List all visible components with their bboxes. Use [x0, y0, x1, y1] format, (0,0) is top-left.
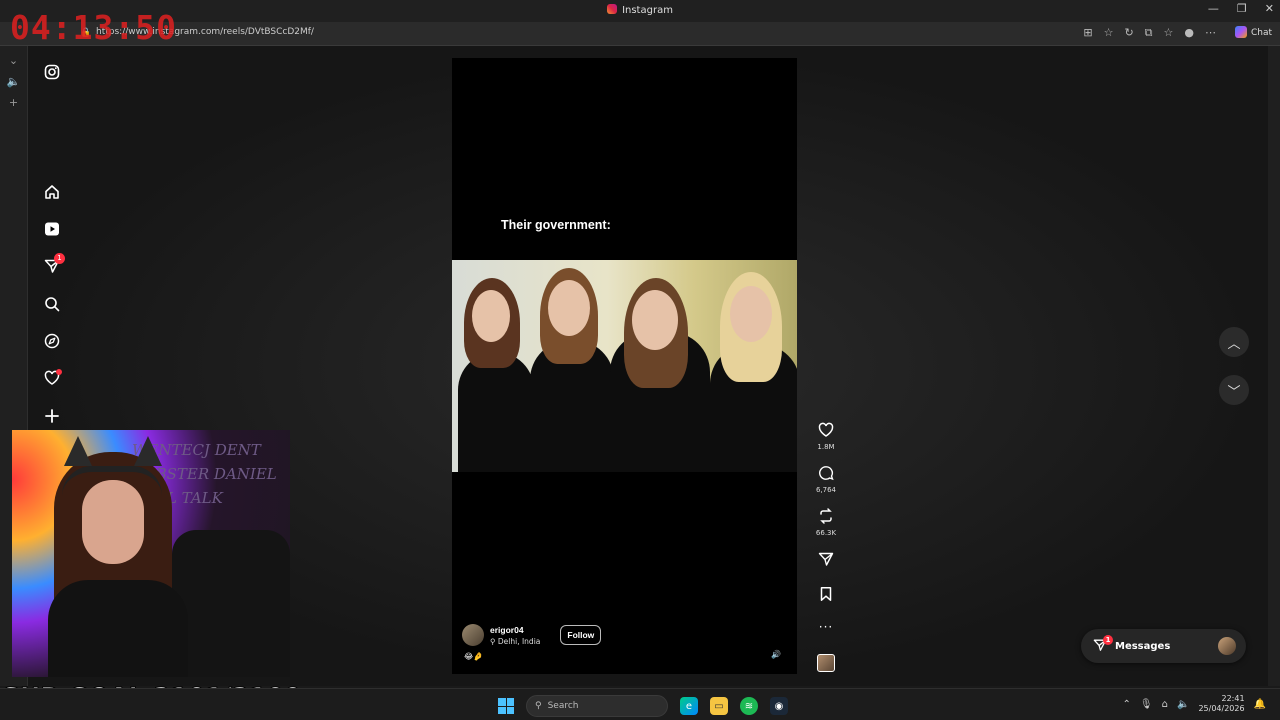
home-icon[interactable] [38, 180, 66, 204]
tab-title[interactable]: Instagram [0, 4, 1280, 16]
taskbar-clock[interactable]: 22:41 25/04/2026 [1198, 694, 1244, 714]
taskbar-search[interactable]: ⚲ Search [526, 695, 668, 717]
location-pin-icon: ⚲ [490, 636, 498, 646]
stream-timer: 04:13:50 [10, 8, 177, 47]
more-menu-icon[interactable]: ⋯ [1205, 26, 1216, 40]
save-button[interactable] [812, 586, 840, 606]
profile-icon[interactable]: ● [1184, 26, 1194, 40]
taskbar-apps: ⚲ Search e ▭ ≋ ◉ [498, 695, 788, 717]
repost-button[interactable]: 66.3K [812, 508, 840, 537]
person-face [548, 280, 590, 336]
next-reel-button[interactable]: ﹀ [1219, 375, 1249, 405]
apps-icon[interactable]: ⊞ [1083, 26, 1092, 40]
audio-thumbnail[interactable] [812, 654, 840, 672]
share-button[interactable] [812, 551, 840, 571]
audio-avatar [817, 654, 835, 672]
previous-reel-button[interactable]: ︿ [1219, 327, 1249, 357]
minimize-icon[interactable]: — [1208, 2, 1219, 15]
add-icon[interactable]: + [0, 96, 27, 109]
favorite-icon[interactable]: ☆ [1104, 26, 1114, 40]
heart-icon [818, 422, 834, 437]
author-location[interactable]: ⚲ Delhi, India [490, 637, 540, 646]
comment-count: 6,764 [815, 486, 837, 494]
notification-dot [56, 369, 62, 375]
url-field[interactable]: 🔒 https://www.instagram.com/reels/DVtBSC… [80, 27, 1070, 42]
chat-button[interactable]: Chat [1234, 26, 1272, 38]
restore-icon[interactable]: ❐ [1237, 2, 1247, 15]
chevron-up-icon[interactable]: ⌃ [1123, 699, 1131, 710]
bookmark-icon [820, 587, 832, 601]
network-icon[interactable]: ⌂ [1162, 699, 1168, 710]
reel-video[interactable]: Their government: erigor04 ⚲ Delhi, Indi… [452, 58, 797, 674]
spotify-icon[interactable]: ≋ [740, 697, 758, 715]
reel-emoji-caption: 😂🤌 [464, 652, 484, 661]
windows-taskbar: ⚲ Search e ▭ ≋ ◉ ⌃ 🎙 ⌂ 🔈 22:41 25/04/202… [0, 688, 1280, 720]
repost-count: 66.3K [815, 529, 837, 537]
messages-label: Messages [1115, 640, 1171, 652]
create-plus-icon[interactable] [38, 404, 66, 428]
person-face [632, 290, 678, 350]
file-explorer-icon[interactable]: ▭ [710, 697, 728, 715]
favorites-bar-icon[interactable]: ☆ [1164, 26, 1174, 40]
refresh-icon[interactable]: ↻ [1124, 26, 1133, 40]
avatar [1218, 637, 1236, 655]
chevron-up-icon: ︿ [1227, 336, 1241, 352]
edge-icon[interactable]: e [680, 697, 698, 715]
gaming-chair [172, 530, 290, 677]
microphone-icon[interactable]: 🎙 [1140, 699, 1153, 710]
extensions-icon[interactable]: ⧉ [1145, 26, 1153, 40]
direct-badge: 1 [54, 253, 65, 264]
comment-button[interactable]: 6,764 [812, 465, 840, 494]
streamer-body [48, 580, 188, 677]
notification-bell-icon[interactable]: 🔔 [1254, 699, 1266, 710]
reel-author: erigor04 ⚲ Delhi, India Follow [462, 624, 602, 646]
toolbar-icons: ⊞ ☆ ↻ ⧉ ☆ ● ⋯ [1083, 26, 1216, 40]
notifications-heart-icon[interactable] [38, 366, 66, 390]
share-icon [818, 552, 834, 566]
browser-titlebar: Instagram — ❐ ✕ [0, 0, 1280, 22]
volume-icon[interactable]: 🔊 [769, 648, 783, 662]
avatar[interactable] [462, 624, 484, 646]
address-bar: 🔒 https://www.instagram.com/reels/DVtBSC… [0, 22, 1280, 46]
reel-caption: Their government: [501, 218, 611, 232]
reel-photo [452, 260, 797, 472]
follow-button[interactable]: Follow [560, 625, 602, 645]
more-options-icon[interactable]: ··· [812, 620, 840, 634]
cat-ear-icon [134, 436, 162, 466]
volume-icon[interactable]: 🔈 [1177, 699, 1189, 710]
steam-icon[interactable]: ◉ [770, 697, 788, 715]
person-figure [458, 352, 534, 472]
person-face [730, 286, 772, 342]
copilot-icon [1234, 26, 1247, 38]
cat-ear-icon [64, 436, 92, 466]
messages-button[interactable]: 1 Messages [1081, 629, 1246, 663]
webcam-overlay: WENTECJ DENT ROBSTER DANIEL NEAL TALK [12, 430, 290, 677]
person-face [472, 290, 510, 342]
like-count: 1.8M [817, 443, 835, 451]
chevron-down-icon[interactable]: ⌄ [0, 54, 27, 67]
repost-icon [820, 508, 832, 524]
comment-icon [819, 466, 834, 481]
windows-start-icon[interactable] [498, 698, 514, 714]
like-button[interactable]: 1.8M [812, 422, 840, 451]
close-icon[interactable]: ✕ [1265, 2, 1274, 15]
direct-icon[interactable]: 1 [38, 253, 66, 278]
audio-icon[interactable]: 🔈 [0, 75, 27, 88]
instagram-logo-icon[interactable] [38, 60, 66, 84]
scrollbar[interactable] [1268, 46, 1280, 686]
explore-icon[interactable] [38, 329, 66, 353]
author-username[interactable]: erigor04 [490, 625, 540, 635]
chevron-down-icon: ﹀ [1227, 384, 1241, 400]
window-controls: — ❐ ✕ [1208, 2, 1274, 15]
messages-badge: 1 [1103, 635, 1113, 645]
streamer-face [82, 480, 144, 564]
search-icon: ⚲ [535, 701, 542, 711]
reels-icon[interactable] [38, 217, 66, 241]
instagram-favicon-icon [607, 4, 618, 14]
system-tray: ⌃ 🎙 ⌂ 🔈 22:41 25/04/2026 🔔 [1123, 694, 1266, 714]
search-icon[interactable] [38, 292, 66, 316]
